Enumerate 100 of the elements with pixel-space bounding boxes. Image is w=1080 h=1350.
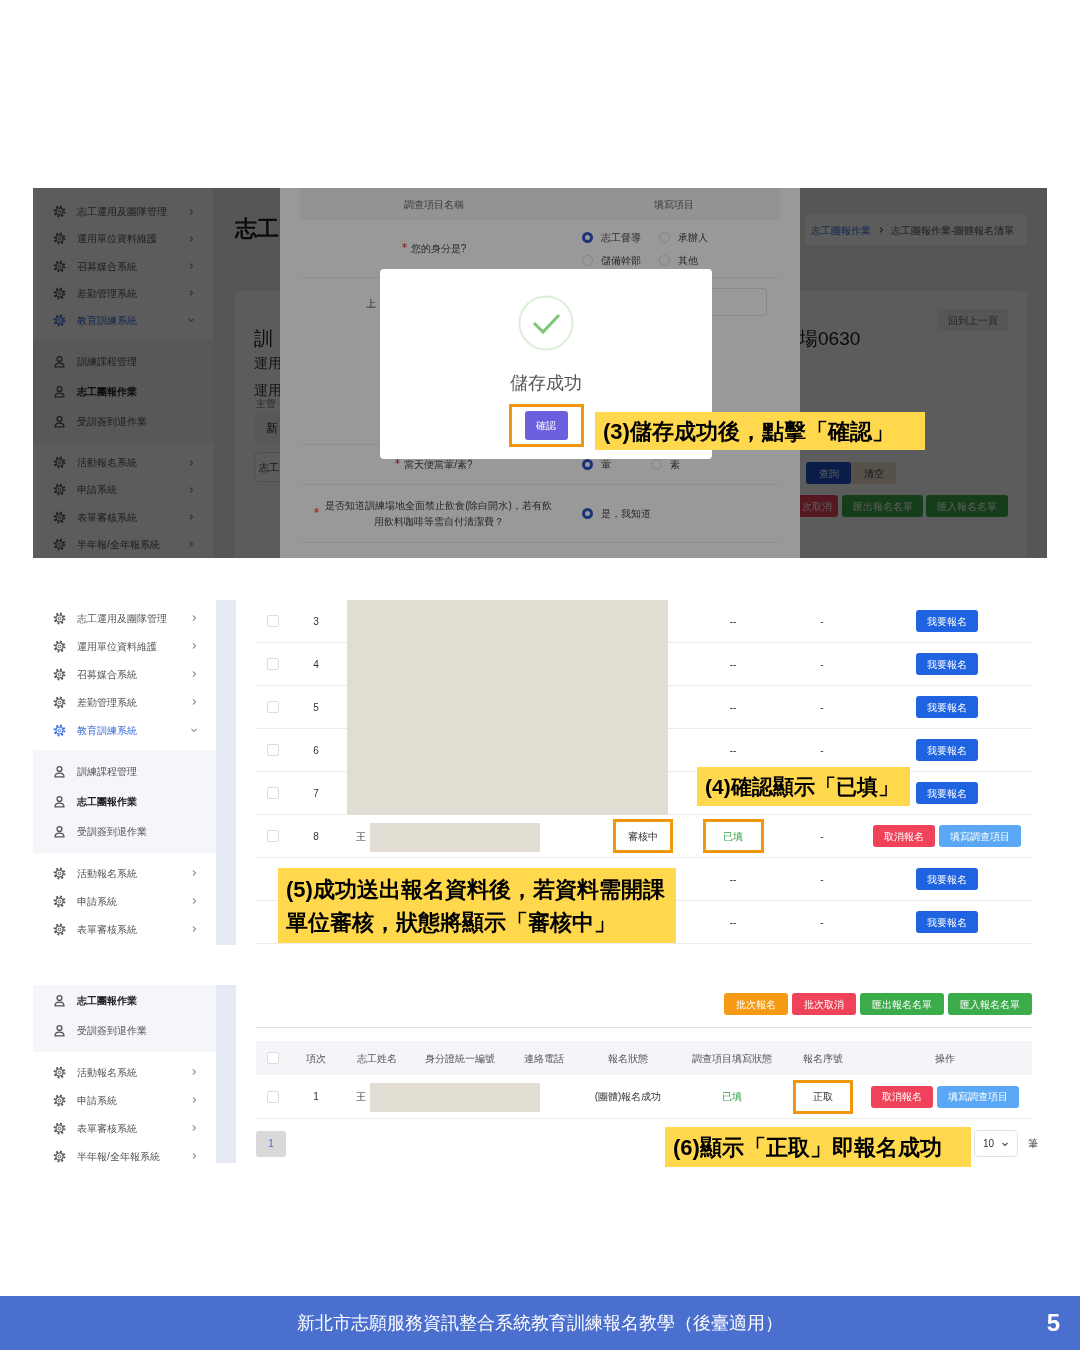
sidebar-subitem[interactable]: 志工團報作業 — [33, 985, 216, 1015]
chevron-icon — [187, 207, 195, 216]
action-button[interactable]: 批次取消 — [792, 993, 856, 1015]
sidebar-item[interactable]: 申請系統 — [33, 1086, 216, 1114]
callout-label: (5)成功送出報名資料後，若資料需開課單位審核，狀態將顯示「審核中」 — [278, 868, 676, 943]
action-button[interactable]: 我要報名 — [915, 653, 978, 675]
column-header: 連絡電話 — [524, 1051, 564, 1066]
option-label: 其他 — [678, 253, 698, 268]
gear-icon — [53, 232, 66, 246]
row-number: 8 — [313, 829, 319, 844]
name-text: 王 — [356, 1090, 366, 1104]
action-button[interactable]: 填寫調查項目 — [938, 825, 1021, 847]
question-text: 是否知道訓練場地全面禁止飲食(除白開水)，若有飲用飲料咖啡等需自付清潔費？ — [324, 498, 553, 529]
unit-label: 筆 — [1028, 1137, 1038, 1151]
page-size-select[interactable]: 10 — [974, 1130, 1018, 1157]
radio-button[interactable] — [582, 508, 593, 519]
chevron-icon — [187, 485, 195, 494]
sidebar-item[interactable]: 教育訓練系統 — [33, 716, 216, 744]
chevron-icon — [877, 226, 885, 234]
action-button[interactable]: 我要報名 — [915, 696, 978, 718]
sequence-text: - — [819, 915, 825, 930]
action-button[interactable]: 取消報名 — [872, 825, 935, 847]
sequence-text: 正取 — [793, 1079, 853, 1114]
page-number: 5 — [1046, 1308, 1060, 1338]
row-number: 6 — [313, 743, 319, 758]
sidebar-item[interactable]: 活動報名系統 — [33, 1058, 216, 1086]
sidebar-item[interactable]: 差勤管理系統 — [33, 688, 216, 716]
checkbox[interactable] — [267, 615, 279, 627]
sidebar-subitem[interactable]: 志工團報作業 — [33, 786, 216, 816]
page-button[interactable]: 1 — [256, 1130, 286, 1157]
chevron-icon — [190, 1124, 198, 1132]
sidebar-item[interactable]: 表單審核系統 — [33, 1114, 216, 1142]
sidebar-subitem[interactable]: 志工團報作業 — [33, 376, 213, 407]
gear-icon — [53, 537, 66, 551]
column-header: 身分證統一編號 — [425, 1051, 495, 1066]
checkbox[interactable] — [267, 787, 279, 799]
chevron-icon — [187, 316, 195, 325]
action-button[interactable]: 我要報名 — [915, 782, 978, 804]
radio-button[interactable] — [582, 231, 593, 243]
checkbox[interactable] — [267, 1052, 279, 1064]
confirm-button[interactable]: 確認 — [524, 411, 568, 440]
sequence-text: - — [819, 657, 825, 672]
sidebar-subitem[interactable]: 訓練課程管理 — [33, 756, 216, 786]
status-text: 審核中 — [613, 819, 673, 853]
option-label: 是，我知道 — [601, 507, 651, 521]
person-icon — [53, 414, 66, 428]
chevron-icon — [190, 897, 198, 905]
action-button[interactable]: 匯入報名名單 — [948, 993, 1032, 1015]
survey-status-text: 已填 — [702, 819, 764, 853]
gear-icon — [53, 639, 66, 653]
gear-icon — [53, 259, 66, 273]
row-number: 7 — [313, 786, 319, 801]
sequence-text: - — [819, 614, 825, 629]
dialog-message: 儲存成功 — [510, 372, 582, 395]
chevron-icon — [190, 670, 198, 678]
survey-status-text: -- — [728, 700, 738, 715]
gear-icon — [53, 611, 66, 625]
checkbox[interactable] — [267, 701, 279, 713]
sidebar-subitem[interactable]: 受訓簽到退作業 — [33, 1015, 216, 1045]
title-text: 場0630 — [799, 329, 861, 348]
checkbox[interactable] — [267, 744, 279, 756]
gear-icon — [53, 894, 66, 908]
gear-icon — [53, 1121, 66, 1135]
sidebar-item[interactable]: 召募媒合系統 — [33, 660, 216, 688]
action-button[interactable]: 匯出報名名單 — [860, 993, 944, 1015]
column-header: 項次 — [306, 1051, 326, 1066]
title-text: 訓 — [254, 329, 273, 348]
sidebar-subitem[interactable]: 受訓簽到退作業 — [33, 816, 216, 846]
action-button[interactable]: 填寫調查項目 — [937, 1085, 1019, 1108]
checkbox[interactable] — [267, 658, 279, 670]
action-button[interactable]: 我要報名 — [915, 739, 978, 761]
sidebar-item[interactable]: 半年報/全年報系統 — [33, 1142, 216, 1170]
action-button[interactable]: 取消報名 — [871, 1085, 933, 1108]
sidebar-item[interactable]: 志工運用及團隊管理 — [33, 604, 216, 632]
sidebar-item[interactable]: 運用單位資料維護 — [33, 632, 216, 660]
gear-icon — [53, 667, 66, 681]
checkbox[interactable] — [267, 1090, 279, 1103]
sidebar-item[interactable]: 表單審核系統 — [33, 915, 216, 943]
sequence-text: - — [819, 743, 825, 758]
action-button[interactable]: 我要報名 — [915, 911, 978, 933]
sidebar-item[interactable]: 活動報名系統 — [33, 859, 216, 887]
survey-status-text: -- — [728, 872, 738, 887]
action-button[interactable]: 我要報名 — [915, 868, 978, 890]
column-header: 填寫項目 — [653, 197, 695, 212]
column-header: 報名狀態 — [608, 1051, 648, 1066]
search-button[interactable]: 查詢 — [806, 462, 851, 484]
gear-icon — [53, 205, 66, 219]
person-icon — [53, 993, 66, 1007]
chevron-icon — [190, 925, 198, 933]
checkbox[interactable] — [267, 830, 279, 842]
gear-icon — [53, 866, 66, 880]
gear-icon — [53, 1065, 66, 1079]
chevron-icon — [190, 698, 198, 706]
action-button[interactable]: 我要報名 — [915, 610, 978, 632]
person-icon — [53, 354, 66, 368]
row-number: 4 — [313, 657, 319, 672]
sidebar-item[interactable]: 申請系統 — [33, 887, 216, 915]
gear-icon — [53, 286, 66, 300]
footer-title: 新北市志願服務資訊整合系統教育訓練報名教學（後臺適用） — [297, 1311, 783, 1335]
status-text: (團體)報名成功 — [593, 1090, 663, 1104]
